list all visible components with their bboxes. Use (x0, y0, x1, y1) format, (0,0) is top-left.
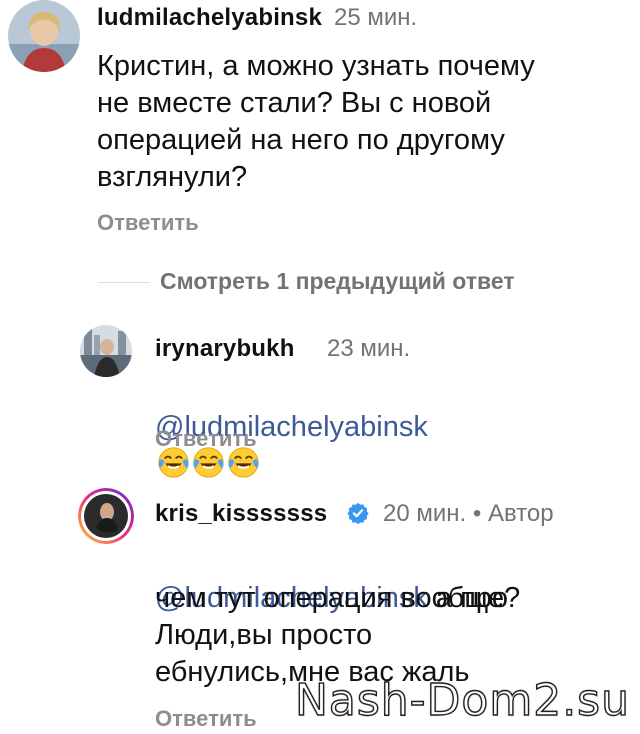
comment-username[interactable]: irynarybukh (155, 335, 295, 363)
comment-meta: 20 мин. • Автор (383, 500, 554, 528)
comment-timestamp: 25 мин. (334, 4, 418, 31)
avatar-kris-kisssssss[interactable] (78, 488, 134, 544)
comment-timestamp: 23 мин. (327, 335, 411, 362)
avatar-irynarybukh[interactable] (80, 325, 132, 377)
emoji-group (155, 447, 260, 480)
reply-button[interactable]: Ответить (97, 210, 199, 236)
reply-button[interactable]: Ответить (155, 706, 257, 732)
avatar-ludmilachelyabinsk[interactable] (8, 0, 80, 72)
reply-button[interactable]: Ответить (155, 426, 257, 452)
comment-username[interactable]: ludmilachelyabinsk (97, 4, 322, 32)
verified-badge-icon (347, 502, 369, 524)
view-previous-replies-link[interactable]: Смотреть 1 предыдущий ответ (160, 268, 515, 295)
author-label: Автор (487, 500, 554, 527)
comment-text: Кристин, а можно узнать почему не вместе… (97, 50, 535, 193)
comment-timestamp: 20 мин. (383, 500, 467, 527)
thread-divider (98, 282, 150, 283)
meta-separator: • (472, 500, 482, 527)
watermark: Nash-Dom2.su (294, 674, 630, 726)
comment-username[interactable]: kris_kisssssss (155, 500, 327, 528)
